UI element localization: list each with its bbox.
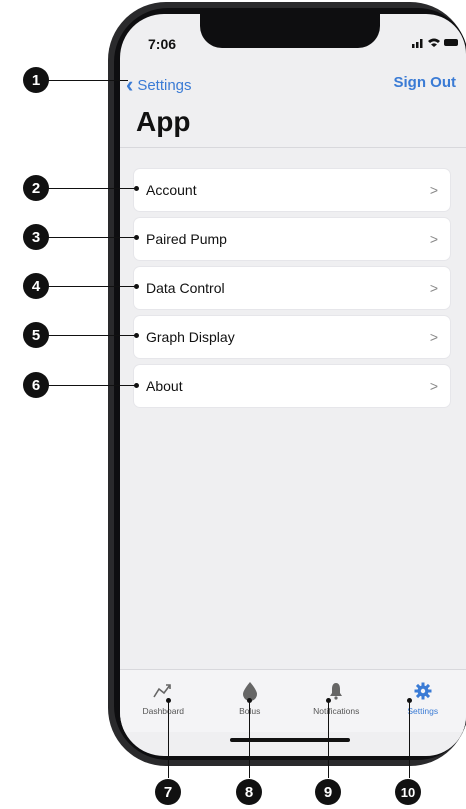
callout-leader — [36, 335, 136, 336]
callout-6: 6 — [23, 372, 49, 398]
chevron-right-icon: > — [429, 182, 438, 198]
menu-item-paired-pump[interactable]: Paired Pump > — [134, 218, 450, 260]
tab-label: Settings — [407, 706, 439, 716]
menu-item-about[interactable]: About > — [134, 365, 450, 407]
tab-bar: Dashboard Bolus Notifications — [120, 669, 466, 732]
callout-leader — [409, 700, 410, 778]
home-indicator[interactable] — [230, 738, 350, 742]
status-time: 7:06 — [148, 36, 177, 52]
callout-dot — [134, 333, 139, 338]
callout-leader — [328, 700, 329, 778]
signal-wifi-battery-icon — [412, 38, 458, 48]
callout-leader — [168, 700, 169, 778]
sign-out-button[interactable]: Sign Out — [394, 74, 457, 91]
callout-3: 3 — [23, 224, 49, 250]
notch — [200, 14, 380, 48]
gear-icon — [414, 680, 432, 702]
menu-item-label: Data Control — [146, 280, 225, 296]
divider — [120, 147, 466, 148]
chevron-right-icon: > — [429, 329, 438, 345]
tab-label: Notifications — [313, 706, 360, 716]
callout-5: 5 — [23, 322, 49, 348]
callout-1: 1 — [23, 67, 49, 93]
chevron-right-icon: > — [429, 280, 438, 296]
menu-item-label: Graph Display — [146, 329, 235, 345]
callout-dot — [134, 284, 139, 289]
callout-10: 10 — [395, 779, 421, 805]
menu-item-label: About — [146, 378, 183, 394]
tab-dashboard[interactable]: Dashboard — [120, 670, 207, 732]
callout-2: 2 — [23, 175, 49, 201]
menu-item-label: Account — [146, 182, 197, 198]
callout-7: 7 — [155, 779, 181, 805]
callout-leader — [36, 237, 136, 238]
menu-item-label: Paired Pump — [146, 231, 227, 247]
menu-item-account[interactable]: Account > — [134, 169, 450, 211]
callout-leader — [36, 188, 136, 189]
status-icons — [412, 36, 460, 51]
callout-4: 4 — [23, 273, 49, 299]
tab-label: Dashboard — [142, 706, 185, 716]
bell-icon — [329, 680, 343, 702]
callout-leader — [36, 286, 136, 287]
callout-dot — [166, 698, 171, 703]
menu-item-data-control[interactable]: Data Control > — [134, 267, 450, 309]
back-button[interactable]: ‹ Settings — [126, 74, 192, 96]
page-title: App — [136, 106, 191, 137]
tab-settings[interactable]: Settings — [380, 670, 466, 732]
callout-leader — [36, 80, 128, 81]
callout-leader — [249, 700, 250, 778]
callout-dot — [407, 698, 412, 703]
settings-menu: Account > Paired Pump > Data Control > G… — [134, 169, 450, 414]
app-screen: 7:06 ‹ Settings Sign Out App Account > P… — [120, 14, 466, 756]
callout-8: 8 — [236, 779, 262, 805]
chevron-right-icon: > — [429, 378, 438, 394]
trend-icon — [152, 680, 174, 702]
callout-dot — [326, 698, 331, 703]
callout-9: 9 — [315, 779, 341, 805]
menu-item-graph-display[interactable]: Graph Display > — [134, 316, 450, 358]
callout-dot — [134, 235, 139, 240]
tab-notifications[interactable]: Notifications — [293, 670, 380, 732]
callout-dot — [134, 383, 139, 388]
back-label: Settings — [137, 76, 192, 94]
chevron-left-icon: ‹ — [126, 72, 134, 97]
chevron-right-icon: > — [429, 231, 438, 247]
callout-dot — [247, 698, 252, 703]
callout-dot — [134, 186, 139, 191]
callout-leader — [36, 385, 136, 386]
